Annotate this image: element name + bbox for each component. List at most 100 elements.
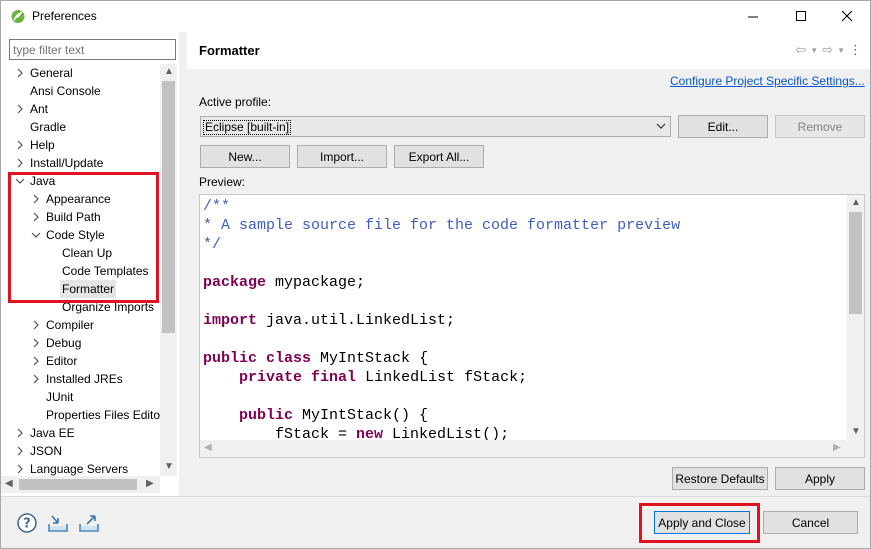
- apply-and-close-button[interactable]: Apply and Close: [654, 511, 750, 534]
- chevron-right-icon[interactable]: [15, 140, 25, 150]
- tree-item[interactable]: Java: [1, 172, 161, 190]
- tree-item-label: Organize Imports: [62, 300, 155, 314]
- panel-sash[interactable]: [179, 32, 187, 496]
- chevron-right-icon[interactable]: [31, 374, 41, 384]
- scrollbar-thumb[interactable]: [162, 81, 175, 333]
- tree-item[interactable]: Java EE: [1, 424, 161, 442]
- active-profile-label: Active profile:: [199, 95, 272, 109]
- tree-item[interactable]: Installed JREs: [1, 370, 161, 388]
- code-preview[interactable]: /** * A sample source file for the code f…: [199, 194, 865, 458]
- chevron-down-icon[interactable]: [31, 230, 41, 240]
- close-button[interactable]: [824, 1, 870, 32]
- tree-item[interactable]: Gradle: [1, 118, 161, 136]
- chevron-right-icon[interactable]: [31, 194, 41, 204]
- tree-item[interactable]: Editor: [1, 352, 161, 370]
- scroll-left-icon[interactable]: ◀: [5, 479, 13, 489]
- tree-item[interactable]: Install/Update: [1, 154, 161, 172]
- tree-item[interactable]: Ant: [1, 100, 161, 118]
- preference-tree[interactable]: General Ansi Console Ant Gradle Help Install/…: [1, 64, 161, 476]
- active-profile-select[interactable]: Eclipse [built-in]: [200, 116, 671, 137]
- chevron-right-icon[interactable]: [15, 158, 25, 168]
- export-all-button[interactable]: Export All...: [394, 145, 484, 168]
- maximize-button[interactable]: [778, 1, 824, 32]
- tree-item[interactable]: JUnit: [1, 388, 161, 406]
- scroll-left-icon[interactable]: ◀: [204, 443, 212, 453]
- view-menu-icon[interactable]: ⋮: [849, 42, 862, 58]
- scroll-right-icon[interactable]: ▶: [146, 479, 154, 489]
- minimize-button[interactable]: [730, 1, 776, 32]
- configure-project-settings-link[interactable]: Configure Project Specific Settings...: [670, 74, 865, 88]
- back-menu-icon[interactable]: ▼: [810, 46, 818, 55]
- tree-item[interactable]: Compiler: [1, 316, 161, 334]
- help-icon[interactable]: ?: [16, 512, 38, 534]
- tree-item-label: Help: [30, 138, 55, 152]
- filter-input[interactable]: [9, 39, 176, 60]
- tree-item-label: Code Style: [46, 228, 105, 242]
- chevron-right-icon[interactable]: [15, 104, 25, 114]
- tree-item[interactable]: Appearance: [1, 190, 161, 208]
- tree-item[interactable]: Properties Files Editor: [1, 406, 161, 424]
- tree-item[interactable]: Debug: [1, 334, 161, 352]
- tree-item-label: General: [30, 66, 73, 80]
- remove-profile-button[interactable]: Remove: [775, 115, 865, 138]
- scroll-down-icon[interactable]: ▼: [164, 462, 174, 472]
- tree-item-label: Java: [30, 174, 56, 188]
- edit-profile-button[interactable]: Edit...: [678, 115, 768, 138]
- chevron-right-icon[interactable]: [15, 464, 25, 474]
- scroll-right-icon[interactable]: ▶: [833, 443, 841, 453]
- chevron-right-icon[interactable]: [15, 68, 25, 78]
- restore-defaults-button[interactable]: Restore Defaults: [672, 467, 768, 490]
- code-line: package mypackage;: [203, 273, 680, 292]
- title-bar[interactable]: Preferences: [1, 1, 870, 32]
- chevron-right-icon[interactable]: [15, 428, 25, 438]
- import-profile-button[interactable]: Import...: [297, 145, 387, 168]
- tree-item[interactable]: Help: [1, 136, 161, 154]
- tree-item[interactable]: Clean Up: [1, 244, 161, 262]
- scroll-up-icon[interactable]: ▲: [851, 198, 861, 208]
- chevron-right-icon[interactable]: [15, 446, 25, 456]
- code-text: mypackage;: [266, 274, 366, 291]
- code-comment: */: [203, 236, 222, 253]
- tree-item-label: Java EE: [30, 426, 75, 440]
- preview-horizontal-scrollbar[interactable]: ◀ ▶: [200, 440, 847, 457]
- chevron-right-icon[interactable]: [31, 356, 41, 366]
- tree-item[interactable]: Language Servers: [1, 460, 161, 476]
- code-keyword: final: [311, 369, 357, 386]
- chevron-right-icon[interactable]: [31, 320, 41, 330]
- scroll-up-icon[interactable]: ▲: [164, 67, 174, 77]
- tree-item[interactable]: Formatter: [1, 280, 161, 298]
- tree-item[interactable]: Organize Imports: [1, 298, 161, 316]
- tree-vertical-scrollbar[interactable]: ▲ ▼: [160, 64, 177, 476]
- preview-vertical-scrollbar[interactable]: ▲ ▼: [847, 195, 864, 440]
- tree-item[interactable]: Build Path: [1, 208, 161, 226]
- tree-item[interactable]: Code Templates: [1, 262, 161, 280]
- code-line: public class MyIntStack {: [203, 349, 680, 368]
- chevron-right-icon[interactable]: [31, 338, 41, 348]
- back-arrow-icon[interactable]: ⇦: [795, 42, 806, 58]
- export-prefs-icon[interactable]: [78, 512, 100, 534]
- code-text: MyIntStack() {: [293, 407, 429, 424]
- tree-item[interactable]: General: [1, 64, 161, 82]
- forward-menu-icon[interactable]: ▼: [837, 46, 845, 55]
- tree-item[interactable]: Ansi Console: [1, 82, 161, 100]
- code-keyword: private: [239, 369, 303, 386]
- tree-item[interactable]: JSON: [1, 442, 161, 460]
- new-profile-button[interactable]: New...: [200, 145, 290, 168]
- scrollbar-thumb[interactable]: [19, 479, 137, 490]
- apply-button[interactable]: Apply: [775, 467, 865, 490]
- scroll-down-icon[interactable]: ▼: [851, 427, 861, 437]
- chevron-down-icon[interactable]: [15, 176, 25, 186]
- cancel-button[interactable]: Cancel: [763, 511, 858, 534]
- import-prefs-icon[interactable]: [47, 512, 69, 534]
- forward-arrow-icon[interactable]: ⇨: [822, 42, 833, 58]
- tree-item-label: Code Templates: [62, 264, 149, 278]
- scrollbar-thumb[interactable]: [849, 212, 862, 314]
- tree-item[interactable]: Code Style: [1, 226, 161, 244]
- tree-item-label: Ant: [30, 102, 49, 116]
- window-title: Preferences: [32, 9, 97, 23]
- chevron-right-icon[interactable]: [31, 212, 41, 222]
- tree-horizontal-scrollbar[interactable]: ◀ ▶: [1, 476, 160, 493]
